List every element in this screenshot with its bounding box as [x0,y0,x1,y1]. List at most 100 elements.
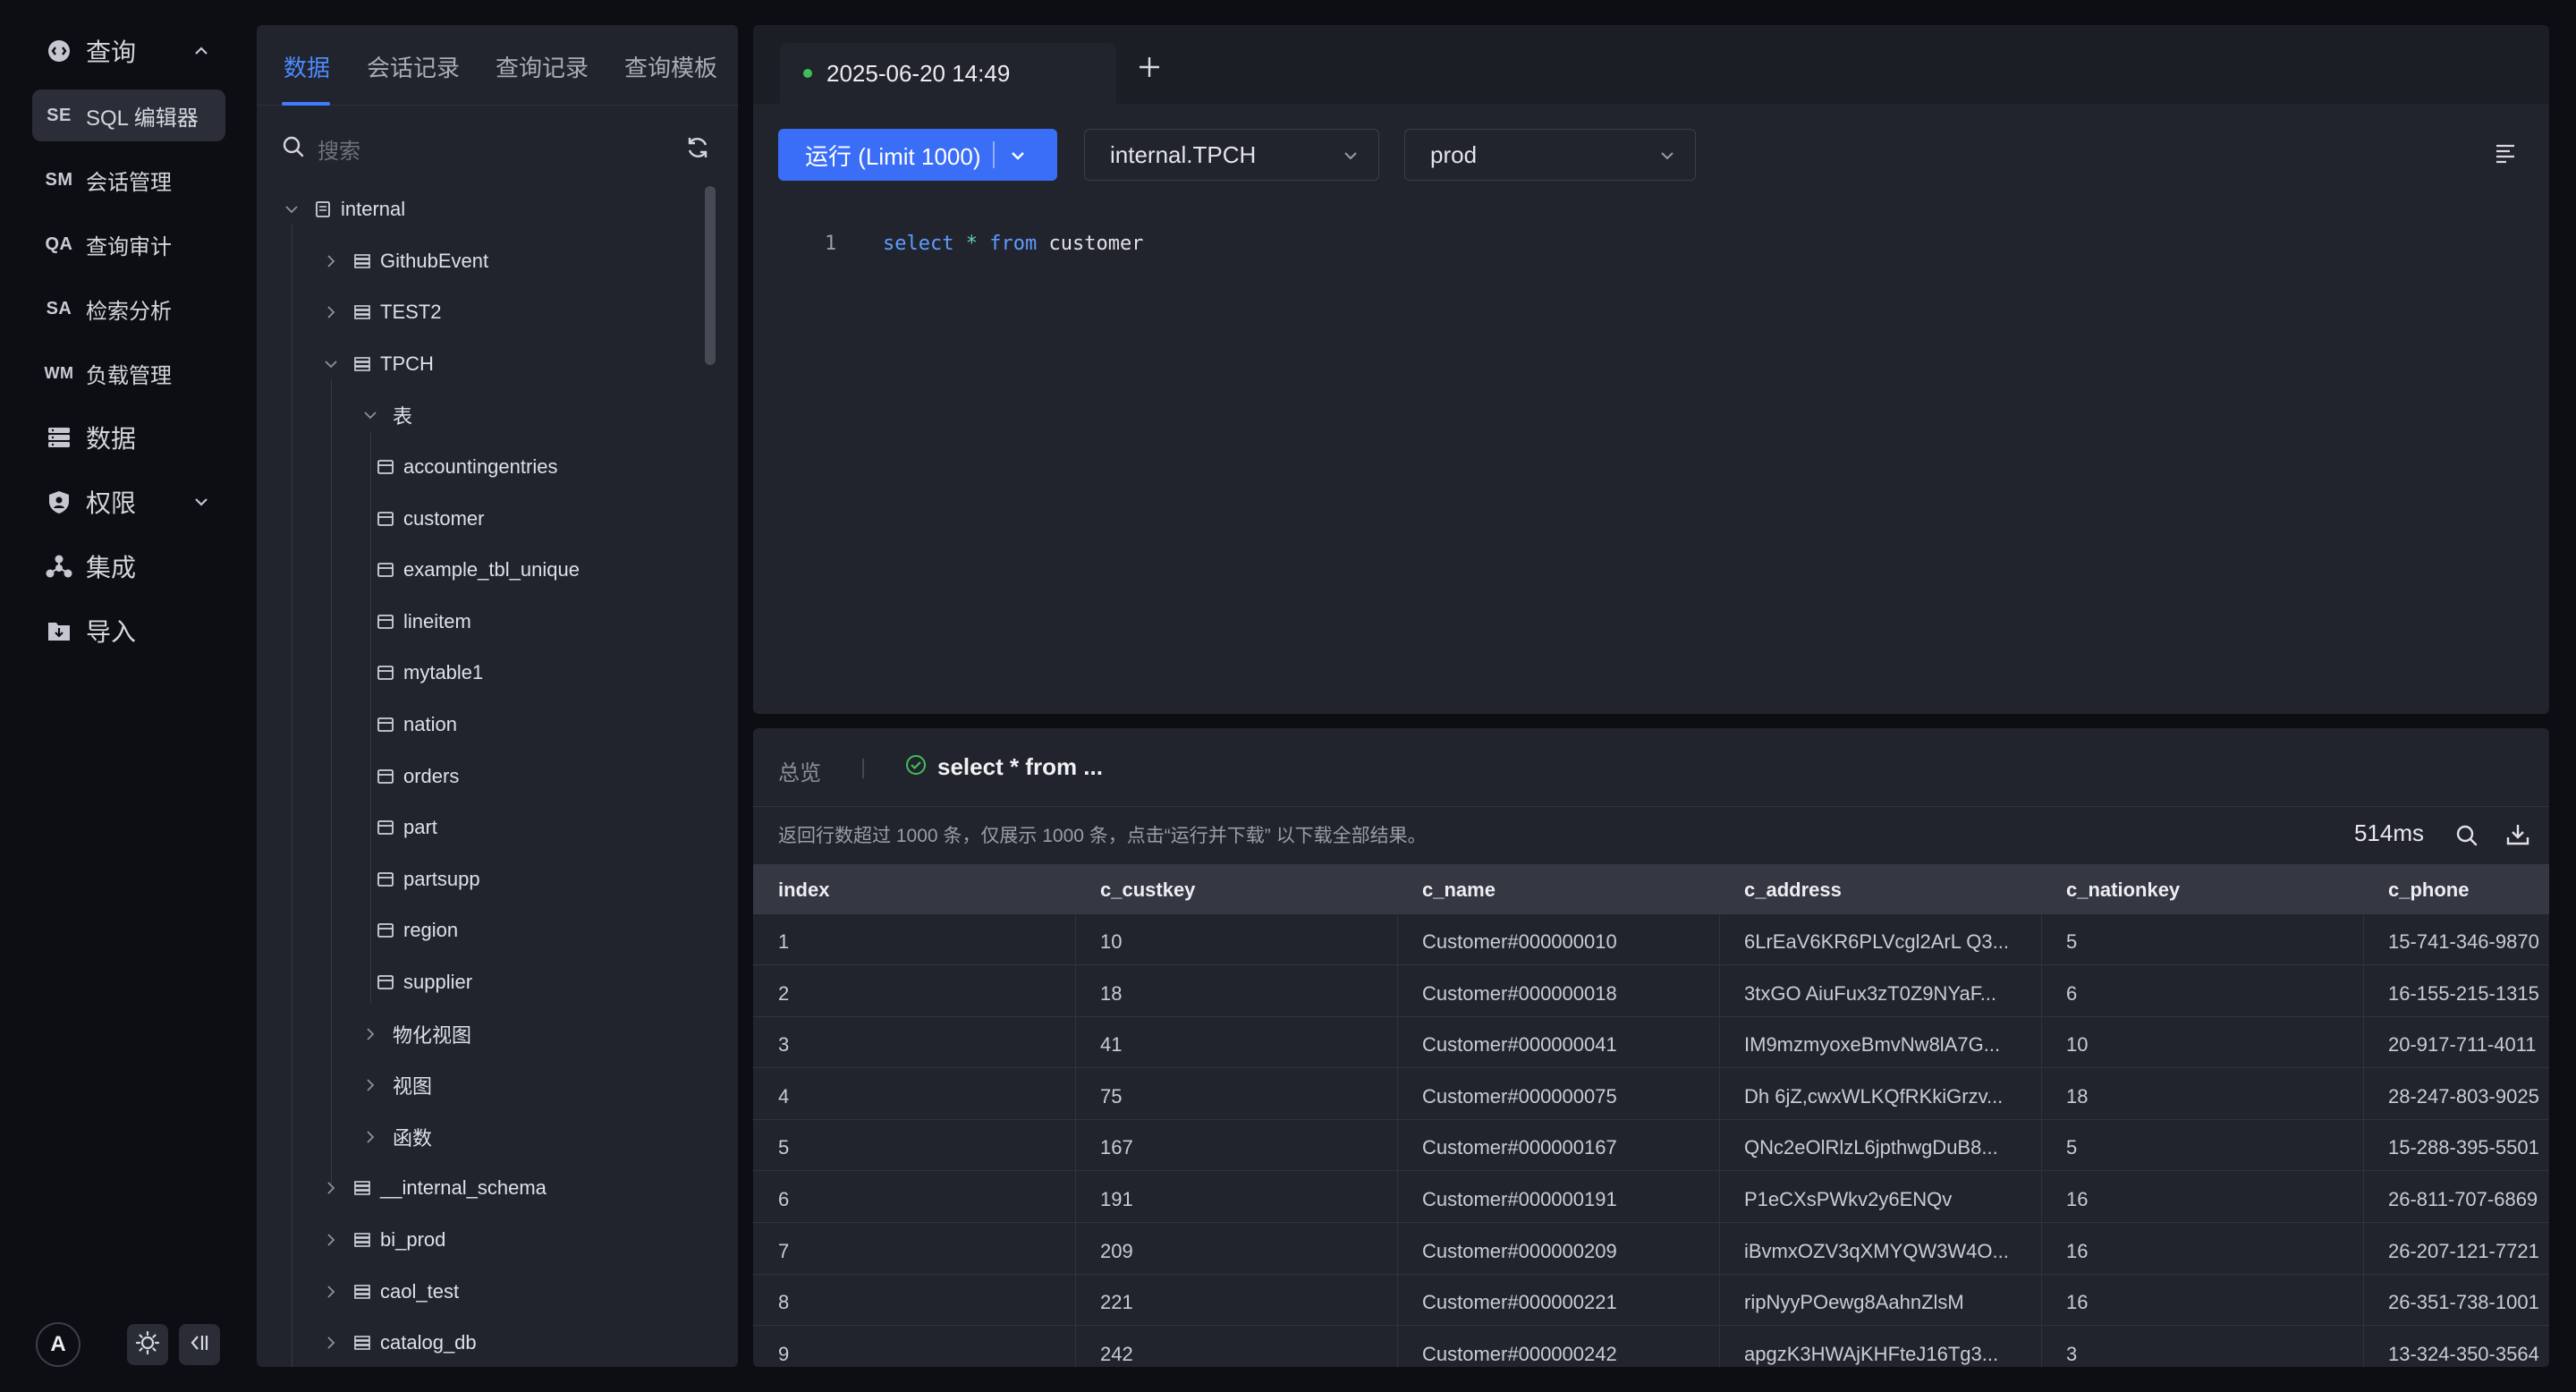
tree-table[interactable]: orders [377,759,459,794]
tree-database-tpch[interactable]: TPCH [321,346,434,382]
tree-table[interactable]: customer [377,501,484,537]
cluster-select[interactable]: prod [1404,129,1696,181]
chevron-down-icon[interactable] [321,354,341,374]
table-row[interactable]: 2 18 Customer#000000018 3txGO AiuFux3zT0Z9N… [753,966,2549,1017]
nav-item-import[interactable]: 导入 [32,605,225,657]
table-cell: 6 [778,1188,790,1210]
tree-database[interactable]: bi_prod [321,1222,445,1258]
chevron-right-icon[interactable] [321,251,341,271]
tree-item-label: GithubEvent [380,250,489,272]
table-row[interactable]: 6 191 Customer#000000191 P1eCXsPWkv2y6ENQv 1… [753,1172,2549,1223]
nav-item-search-analysis[interactable]: SA 检索分析 [32,283,225,335]
chevron-right-icon[interactable] [360,1024,380,1044]
code-keyword: select [883,233,954,255]
catalog-select[interactable]: internal.TPCH [1084,129,1379,181]
tree-database[interactable]: caol_test [321,1274,459,1310]
table-row[interactable]: 3 41 Customer#000000041 IM9mzmyoxeBmvNw8lA7… [753,1017,2549,1069]
tree-folder-tables[interactable]: 表 [360,397,412,433]
nav-item-workload-management[interactable]: WM 负载管理 [32,347,225,399]
collapse-sidebar-button[interactable] [179,1324,220,1365]
tab-query-result[interactable]: select * from ... [905,753,1103,781]
tab-query-history[interactable]: 查询记录 [496,50,589,83]
tree-search[interactable]: 搜索 [282,131,711,166]
nav-item-permissions[interactable]: 权限 [32,476,225,528]
chevron-down-icon[interactable] [282,199,301,219]
code-area[interactable]: 1 select * from customer [753,204,2549,714]
left-nav: 查询 SE SQL 编辑器 SM 会话管理 QA 查询审计 SA 检索分析 WM… [0,0,255,1392]
tree-table[interactable]: accountingentries [377,449,557,485]
chevron-right-icon[interactable] [360,1127,380,1147]
column-header[interactable]: c_address [1744,878,1842,902]
column-divider[interactable] [2041,914,2042,1367]
tree-database[interactable]: TEST2 [321,294,441,330]
tab-query-templates[interactable]: 查询模板 [624,50,717,83]
table-cell: Customer#000000010 [1422,930,1617,953]
tree-database[interactable]: GithubEvent [321,243,488,279]
search-input[interactable]: 搜索 [318,133,360,165]
nav-item-query-audit[interactable]: QA 查询审计 [32,218,225,270]
add-tab-icon[interactable] [1138,55,1161,83]
tab-data[interactable]: 数据 [284,50,330,83]
tree-table[interactable]: example_tbl_unique [377,552,580,588]
tab-overview[interactable]: 总览 [778,755,821,786]
column-header[interactable]: index [778,878,829,902]
tree-table[interactable]: region [377,912,458,948]
table-row[interactable]: 8 221 Customer#000000221 ripNyyPOewg8AahnZl… [753,1275,2549,1327]
download-icon[interactable] [2504,821,2531,853]
chevron-right-icon[interactable] [360,1075,380,1095]
nav-item-integration[interactable]: 集成 [32,540,225,592]
tree-scrollbar[interactable] [705,186,716,365]
user-avatar-button[interactable]: A [36,1322,80,1367]
chevron-down-icon[interactable] [360,405,380,425]
nav-query-group[interactable]: 查询 [32,25,225,77]
chevron-right-icon[interactable] [321,302,341,322]
column-divider[interactable] [1719,914,1720,1367]
table-row[interactable]: 1 10 Customer#000000010 6LrEaV6KR6PLVcgl2Ar… [753,914,2549,965]
tree-folder[interactable]: 函数 [360,1119,432,1155]
table-row[interactable]: 4 75 Customer#000000075 Dh 6jZ,cwxWLKQfRKki… [753,1069,2549,1120]
table-row[interactable]: 9 242 Customer#000000242 apgzK3HWAjKHFteJ16… [753,1327,2549,1367]
chevron-right-icon[interactable] [321,1282,341,1302]
tree-table[interactable]: nation [377,707,457,743]
panel-tabs: 数据 会话记录 查询记录 查询模板 [257,25,738,106]
tree-database[interactable]: __internal_schema [321,1170,547,1206]
column-divider[interactable] [2363,914,2364,1367]
avatar-letter: A [50,1332,66,1356]
tree-database[interactable]: catalog_db [321,1325,477,1361]
table-row[interactable]: 7 209 Customer#000000209 iBvmxOZV3qXMYQW3W4… [753,1224,2549,1275]
editor-tab[interactable]: 2025-06-20 14:49 [780,43,1116,104]
column-divider[interactable] [1397,914,1398,1367]
tab-session-history[interactable]: 会话记录 [367,50,460,83]
tree-catalog-internal[interactable]: internal [282,191,405,227]
table-row[interactable]: 5 167 Customer#000000167 QNc2eOlRlzL6jpthwg… [753,1120,2549,1172]
table-cell: 3 [2066,1342,2078,1365]
run-button[interactable]: 运行 (Limit 1000) [778,129,1057,181]
tree-table[interactable]: supplier [377,964,472,1000]
tree-table[interactable]: part [377,810,437,845]
chevron-right-icon[interactable] [321,1230,341,1250]
column-header[interactable]: c_phone [2388,878,2469,902]
tree-table[interactable]: mytable1 [377,655,483,691]
format-align-icon[interactable] [2494,141,2517,169]
nav-item-session-management[interactable]: SM 会话管理 [32,154,225,206]
tab-separator [862,759,864,778]
theme-toggle-button[interactable] [127,1324,168,1365]
search-icon[interactable] [2454,823,2479,853]
results-panel: 总览 select * from ... 返回行数超过 1000 条，仅展示 1… [753,728,2549,1367]
column-divider[interactable] [1075,914,1076,1367]
data-panel: 数据 会话记录 查询记录 查询模板 搜索 internal GithubEvent… [257,25,738,1367]
run-options-chevron-icon[interactable] [1005,143,1030,173]
column-header[interactable]: c_nationkey [2066,878,2180,902]
table-cell: 15-741-346-9870 [2388,930,2539,953]
tree-folder[interactable]: 视图 [360,1067,432,1103]
tree-folder[interactable]: 物化视图 [360,1016,471,1052]
tree-table[interactable]: lineitem [377,604,471,640]
column-header[interactable]: c_custkey [1100,878,1195,902]
tree-item-label: partsupp [403,868,480,890]
nav-item-data[interactable]: 数据 [32,412,225,463]
nav-item-sql-editor[interactable]: SE SQL 编辑器 [32,89,225,141]
tree-table[interactable]: partsupp [377,862,480,897]
chevron-right-icon[interactable] [321,1333,341,1353]
column-header[interactable]: c_name [1422,878,1496,902]
refresh-icon[interactable] [684,134,711,166]
